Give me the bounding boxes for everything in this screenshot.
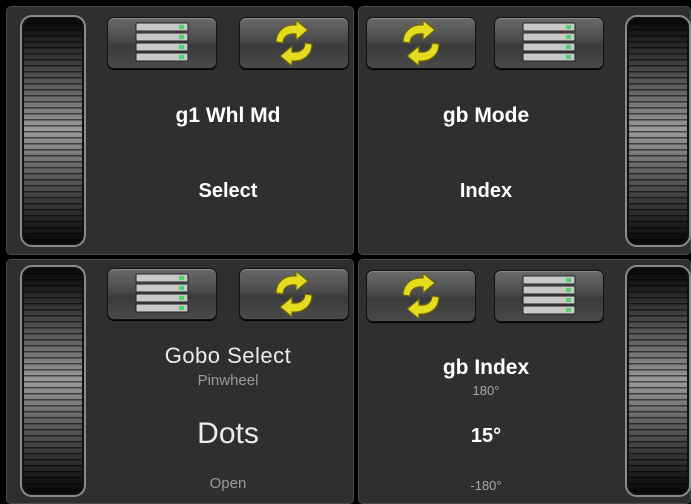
parameter-title: Gobo Select (164, 343, 292, 368)
refresh-button[interactable] (239, 268, 349, 320)
refresh-button[interactable] (366, 17, 476, 69)
list-button[interactable] (494, 17, 604, 69)
list-button[interactable] (107, 17, 217, 69)
parameter-title: gb Mode (442, 104, 530, 127)
encoder-screen: g1 Whl Md Select gb Mode Index Gobo Sele… (0, 0, 691, 504)
list-button[interactable] (494, 270, 604, 322)
range-min: -180° (470, 478, 502, 493)
range-max: 180° (472, 383, 500, 398)
refresh-button[interactable] (366, 270, 476, 322)
encoder-wheel-bottom-right[interactable] (625, 265, 691, 497)
parameter-value: 15° (470, 425, 502, 447)
parameter-value: Select (198, 180, 258, 202)
encoder-wheel-top-right[interactable] (625, 15, 691, 247)
parameter-value: Dots (197, 417, 259, 450)
parameter-title: gb Index (442, 356, 530, 379)
previous-value: Pinwheel (197, 372, 259, 389)
next-value: Open (209, 475, 247, 492)
refresh-button[interactable] (239, 17, 349, 69)
list-button[interactable] (107, 268, 217, 320)
parameter-value: Index (459, 180, 513, 202)
encoder-wheel-top-left[interactable] (20, 15, 86, 247)
encoder-wheel-bottom-left[interactable] (20, 265, 86, 497)
parameter-title: g1 Whl Md (175, 104, 281, 127)
